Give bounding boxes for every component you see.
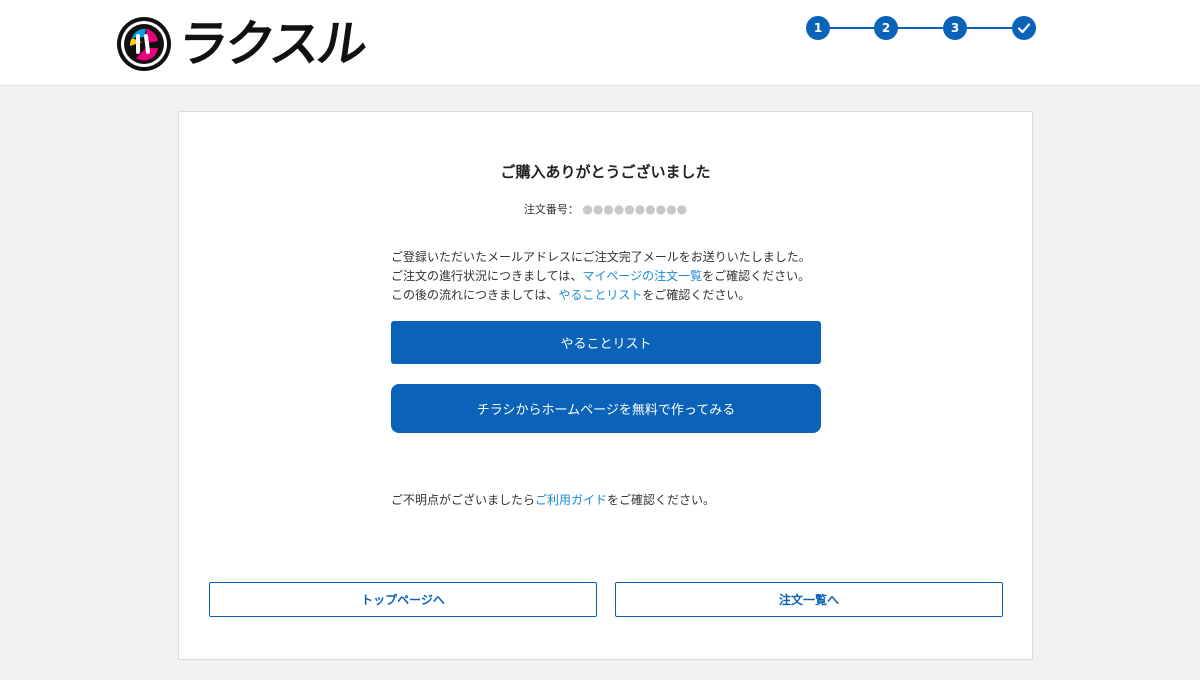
order-number: 注文番号： ●●●●●●●●●● bbox=[179, 201, 1032, 217]
message-line-2: ご注文の進行状況につきましては、マイページの注文一覧をご確認ください。 bbox=[391, 267, 831, 286]
completion-message: ご登録いただいたメールアドレスにご注文完了メールをお送りいたしました。 ご注文の… bbox=[391, 248, 831, 305]
create-homepage-button[interactable]: チラシからホームページを無料で作ってみる bbox=[391, 384, 821, 433]
todo-list-button[interactable]: やることリスト bbox=[391, 321, 821, 364]
step-complete bbox=[1012, 16, 1036, 40]
message-line-2-suffix: をご確認ください。 bbox=[702, 269, 811, 283]
user-guide-link[interactable]: ご利用ガイド bbox=[535, 493, 607, 507]
steps-connector bbox=[818, 27, 1024, 29]
progress-steps: 1 2 3 bbox=[806, 16, 1036, 40]
logo-text: ラクスル bbox=[173, 15, 369, 73]
message-line-2-text: ご注文の進行状況につきましては、 bbox=[391, 269, 583, 283]
message-line-3-suffix: をご確認ください。 bbox=[642, 288, 751, 302]
guide-text: ご不明点がございましたら bbox=[391, 493, 536, 507]
logo[interactable]: ラクスル bbox=[116, 12, 369, 76]
page-title: ご購入ありがとうございました bbox=[500, 163, 711, 181]
guide-suffix: をご確認ください。 bbox=[607, 493, 716, 507]
message-line-3: この後の流れにつきましては、やることリストをご確認ください。 bbox=[391, 286, 831, 305]
help-guide-text: ご不明点がございましたらご利用ガイドをご確認ください。 bbox=[391, 491, 715, 508]
message-line-3-text: この後の流れにつきましては、 bbox=[391, 288, 559, 302]
mypage-orders-link[interactable]: マイページの注文一覧 bbox=[582, 269, 702, 283]
check-icon bbox=[1017, 23, 1031, 34]
todo-list-link[interactable]: やることリスト bbox=[558, 288, 642, 302]
order-number-masked: ●●●●●●●●●● bbox=[582, 202, 688, 216]
step-2: 2 bbox=[874, 16, 898, 40]
header: ラクスル 1 2 3 bbox=[0, 0, 1200, 86]
confirmation-card: ご購入ありがとうございました 注文番号： ●●●●●●●●●● ご登録いただいた… bbox=[178, 111, 1033, 660]
order-number-label: 注文番号： bbox=[523, 203, 579, 216]
logo-mark-icon bbox=[117, 17, 171, 71]
order-list-button[interactable]: 注文一覧へ bbox=[615, 582, 1003, 617]
step-3: 3 bbox=[943, 16, 967, 40]
top-page-button[interactable]: トップページへ bbox=[209, 582, 597, 617]
message-line-1: ご登録いただいたメールアドレスにご注文完了メールをお送りいたしました。 bbox=[391, 250, 811, 264]
step-1: 1 bbox=[806, 16, 830, 40]
